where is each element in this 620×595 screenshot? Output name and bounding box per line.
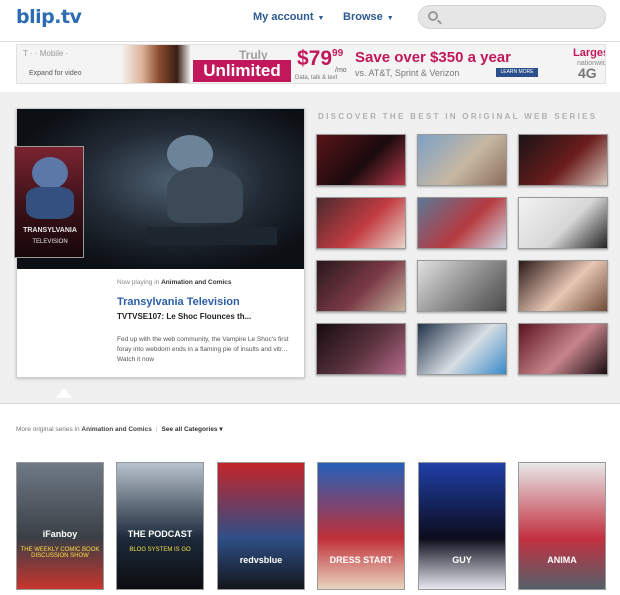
series-poster-title: redvsblue	[239, 555, 283, 565]
thumb-1[interactable]	[316, 134, 406, 186]
series-poster[interactable]: redvsblue	[217, 462, 305, 590]
thumb-6[interactable]	[518, 197, 608, 249]
ad-per-month: /mo	[335, 67, 347, 74]
episode-description: Fed up with the web community, the Vampi…	[117, 336, 289, 363]
ad-unlimited: Unlimited	[193, 60, 291, 82]
thumb-3[interactable]	[518, 134, 608, 186]
series-poster-subtitle: BLOG SYSTEM IS GO	[129, 547, 191, 553]
my-account-label: My account	[253, 11, 314, 23]
browse-label: Browse	[343, 11, 383, 23]
thumb-11[interactable]	[417, 323, 507, 375]
series-poster[interactable]: DRESS START	[317, 462, 405, 590]
thumb-9[interactable]	[518, 260, 608, 312]
more-separator: |	[155, 426, 158, 433]
ad-save-headline: Save over $350 a year	[355, 49, 511, 66]
series-poster-title: GUY	[452, 555, 472, 565]
video-frame-desk	[147, 227, 277, 245]
ad-price-main: $79	[297, 47, 333, 70]
featured-pointer-arrow	[56, 388, 72, 398]
ad-brand-logo: T · · Mobile ·	[23, 49, 69, 58]
series-poster-title: DRESS START	[329, 555, 393, 565]
ad-vs-carriers: vs. AT&T, Sprint & Verizon	[355, 68, 460, 78]
thumb-4[interactable]	[316, 197, 406, 249]
series-poster[interactable]: iFanboy THE WEEKLY COMIC BOOK DISCUSSION …	[16, 462, 104, 590]
series-poster[interactable]: THE PODCAST BLOG SYSTEM IS GO	[116, 462, 204, 590]
series-poster-title: THE PODCAST	[127, 529, 193, 539]
thumb-8[interactable]	[417, 260, 507, 312]
more-series-bar: More original series in Animation and Co…	[16, 425, 223, 433]
ad-details: Data, talk & text	[295, 75, 338, 81]
series-poster[interactable]: ANIMA	[518, 462, 606, 590]
browse-menu[interactable]: Browse ▼	[343, 11, 394, 23]
poster-monster-head	[32, 157, 68, 189]
series-thumbnail-grid	[316, 134, 608, 380]
search-box[interactable]	[418, 5, 606, 29]
thumb-10[interactable]	[316, 323, 406, 375]
ad-largest: Largest	[573, 47, 605, 59]
show-title-link[interactable]: Transylvania Television	[117, 296, 240, 308]
series-poster-subtitle: THE WEEKLY COMIC BOOK DISCUSSION SHOW	[20, 547, 100, 559]
discover-heading: DISCOVER THE BEST IN ORIGINAL WEB SERIES	[318, 112, 598, 121]
more-prefix: More original series in	[16, 426, 80, 433]
thumb-5[interactable]	[417, 197, 507, 249]
chevron-down-icon: ▼	[386, 15, 394, 22]
ad-model-image	[121, 45, 191, 83]
ad-learn-more-button[interactable]: LEARN MORE	[496, 68, 538, 77]
poster-subtitle: TELEVISION	[32, 239, 68, 245]
see-all-categories-link[interactable]: See all Categories ▾	[162, 426, 223, 433]
ad-4g: 4G	[578, 65, 597, 81]
blip-logo[interactable]: blip.tv	[16, 6, 82, 28]
poster-title: TRANSYLVANIA	[23, 227, 77, 234]
show-poster[interactable]: TRANSYLVANIA TELEVISION	[14, 146, 84, 258]
search-icon	[428, 11, 438, 21]
series-poster-title: ANIMA	[547, 555, 577, 565]
now-playing-category[interactable]: Animation and Comics	[161, 279, 231, 286]
ad-expand-link[interactable]: Expand for video	[29, 70, 82, 77]
poster-monster-body	[26, 187, 74, 219]
video-frame-body	[167, 167, 243, 223]
thumb-2[interactable]	[417, 134, 507, 186]
ad-price-cents: 99	[332, 48, 344, 59]
thumb-12[interactable]	[518, 323, 608, 375]
series-poster-title: iFanboy	[42, 529, 78, 539]
now-playing-info: Now playing in Animation and Comics Tran…	[113, 269, 303, 377]
thumb-7[interactable]	[316, 260, 406, 312]
see-all-label: See all Categories	[161, 426, 218, 433]
my-account-menu[interactable]: My account ▼	[253, 11, 324, 23]
now-playing-prefix: Now playing in	[117, 279, 160, 286]
now-playing-label: Now playing in Animation and Comics	[117, 279, 232, 286]
series-poster[interactable]: GUY	[418, 462, 506, 590]
more-category[interactable]: Animation and Comics	[81, 426, 151, 433]
episode-title[interactable]: TVTVSE107: Le Shoc Flounces th...	[117, 312, 251, 321]
chevron-down-icon: ▾	[219, 426, 223, 433]
search-input[interactable]	[443, 9, 601, 25]
chevron-down-icon: ▼	[317, 15, 325, 22]
tmobile-banner-ad[interactable]: T · · Mobile · Expand for video Truly Un…	[16, 44, 606, 84]
top-header: blip.tv My account ▼ Browse ▼	[0, 0, 620, 42]
